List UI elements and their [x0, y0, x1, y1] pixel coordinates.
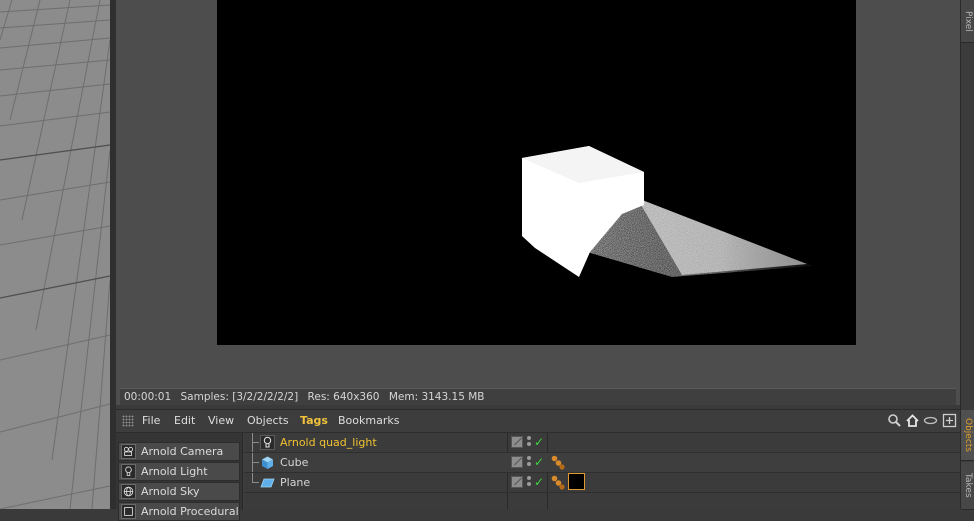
enabled-check-icon[interactable]: ✓ [534, 433, 544, 452]
palette-item-label: Arnold Sky [141, 485, 200, 498]
enabled-check-icon[interactable]: ✓ [534, 473, 544, 492]
menu-objects[interactable]: Objects [247, 410, 289, 432]
menu-edit[interactable]: Edit [174, 410, 195, 432]
object-manager-menu-bar: File Edit View Objects Tags Bookmarks [116, 410, 960, 433]
object-tree: Arnold quad_light ✓ Cube ✓ Plane ✓ [244, 433, 960, 510]
arnold-object-palette: Arnold Camera Arnold Light Arnold Sky Ar… [116, 433, 243, 521]
object-name[interactable]: Arnold quad_light [280, 433, 377, 452]
phong-tag-icon[interactable] [551, 475, 565, 490]
plane-icon [260, 478, 275, 488]
render-image [217, 0, 856, 345]
menu-view[interactable]: View [208, 410, 234, 432]
object-row-quad-light[interactable]: Arnold quad_light ✓ [244, 433, 960, 453]
cube-icon [262, 456, 273, 469]
render-status-bar: 00:00:01 Samples: [3/2/2/2/2/2] Res: 640… [120, 388, 956, 405]
tab-takes[interactable]: Takes [961, 462, 974, 510]
palette-arnold-sky[interactable]: Arnold Sky [118, 482, 240, 501]
palette-arnold-procedural[interactable]: Arnold Procedural [118, 502, 240, 521]
lightbulb-icon [121, 464, 136, 479]
rendered-scene [522, 146, 812, 277]
material-tag[interactable] [568, 473, 585, 490]
phong-tag-icon[interactable] [551, 455, 565, 470]
render-time: 00:00:01 [124, 391, 172, 403]
object-row-plane[interactable]: Plane ✓ [244, 473, 960, 493]
object-name[interactable]: Plane [280, 473, 310, 492]
tab-pixel[interactable]: Pixel [961, 0, 974, 43]
home-icon[interactable] [905, 413, 920, 428]
layer-icon[interactable] [511, 456, 523, 468]
render-memory: Mem: 3143.15 MB [388, 391, 485, 403]
viewport-grid [0, 0, 110, 509]
layer-icon[interactable] [511, 476, 523, 488]
visibility-dots[interactable] [527, 436, 533, 449]
menu-tags[interactable]: Tags [300, 410, 328, 432]
tree-line [252, 482, 259, 483]
enabled-check-icon[interactable]: ✓ [534, 453, 544, 472]
palette-item-label: Arnold Camera [141, 445, 224, 458]
tree-line [252, 462, 259, 463]
render-view-panel: 00:00:01 Samples: [3/2/2/2/2/2] Res: 640… [116, 0, 960, 405]
camera-icon [121, 444, 136, 459]
perspective-viewport[interactable] [0, 0, 110, 509]
globe-icon [121, 484, 136, 499]
palette-item-label: Arnold Procedural [141, 505, 239, 518]
new-panel-icon[interactable] [942, 413, 957, 428]
right-tab-strip: Pixel Objects Takes [960, 0, 974, 510]
procedural-icon [121, 504, 136, 519]
lightbulb-icon [260, 435, 275, 450]
visibility-dots[interactable] [527, 456, 533, 469]
render-resolution: Res: 640x360 [307, 391, 380, 403]
palette-item-label: Arnold Light [141, 465, 208, 478]
eye-icon[interactable] [923, 413, 938, 428]
tree-line [252, 442, 259, 443]
object-row-cube[interactable]: Cube ✓ [244, 453, 960, 473]
palette-arnold-light[interactable]: Arnold Light [118, 462, 240, 481]
layer-icon[interactable] [511, 436, 523, 448]
search-icon[interactable] [887, 413, 902, 428]
object-name[interactable]: Cube [280, 453, 308, 472]
render-samples: Samples: [3/2/2/2/2/2] [180, 391, 299, 403]
palette-arnold-camera[interactable]: Arnold Camera [118, 442, 240, 461]
panel-grip-icon[interactable] [122, 415, 134, 427]
object-manager: File Edit View Objects Tags Bookmarks Ar… [116, 409, 960, 521]
menu-bookmarks[interactable]: Bookmarks [338, 410, 399, 432]
tab-objects[interactable]: Objects [961, 410, 974, 461]
menu-file[interactable]: File [142, 410, 160, 432]
visibility-dots[interactable] [527, 476, 533, 489]
